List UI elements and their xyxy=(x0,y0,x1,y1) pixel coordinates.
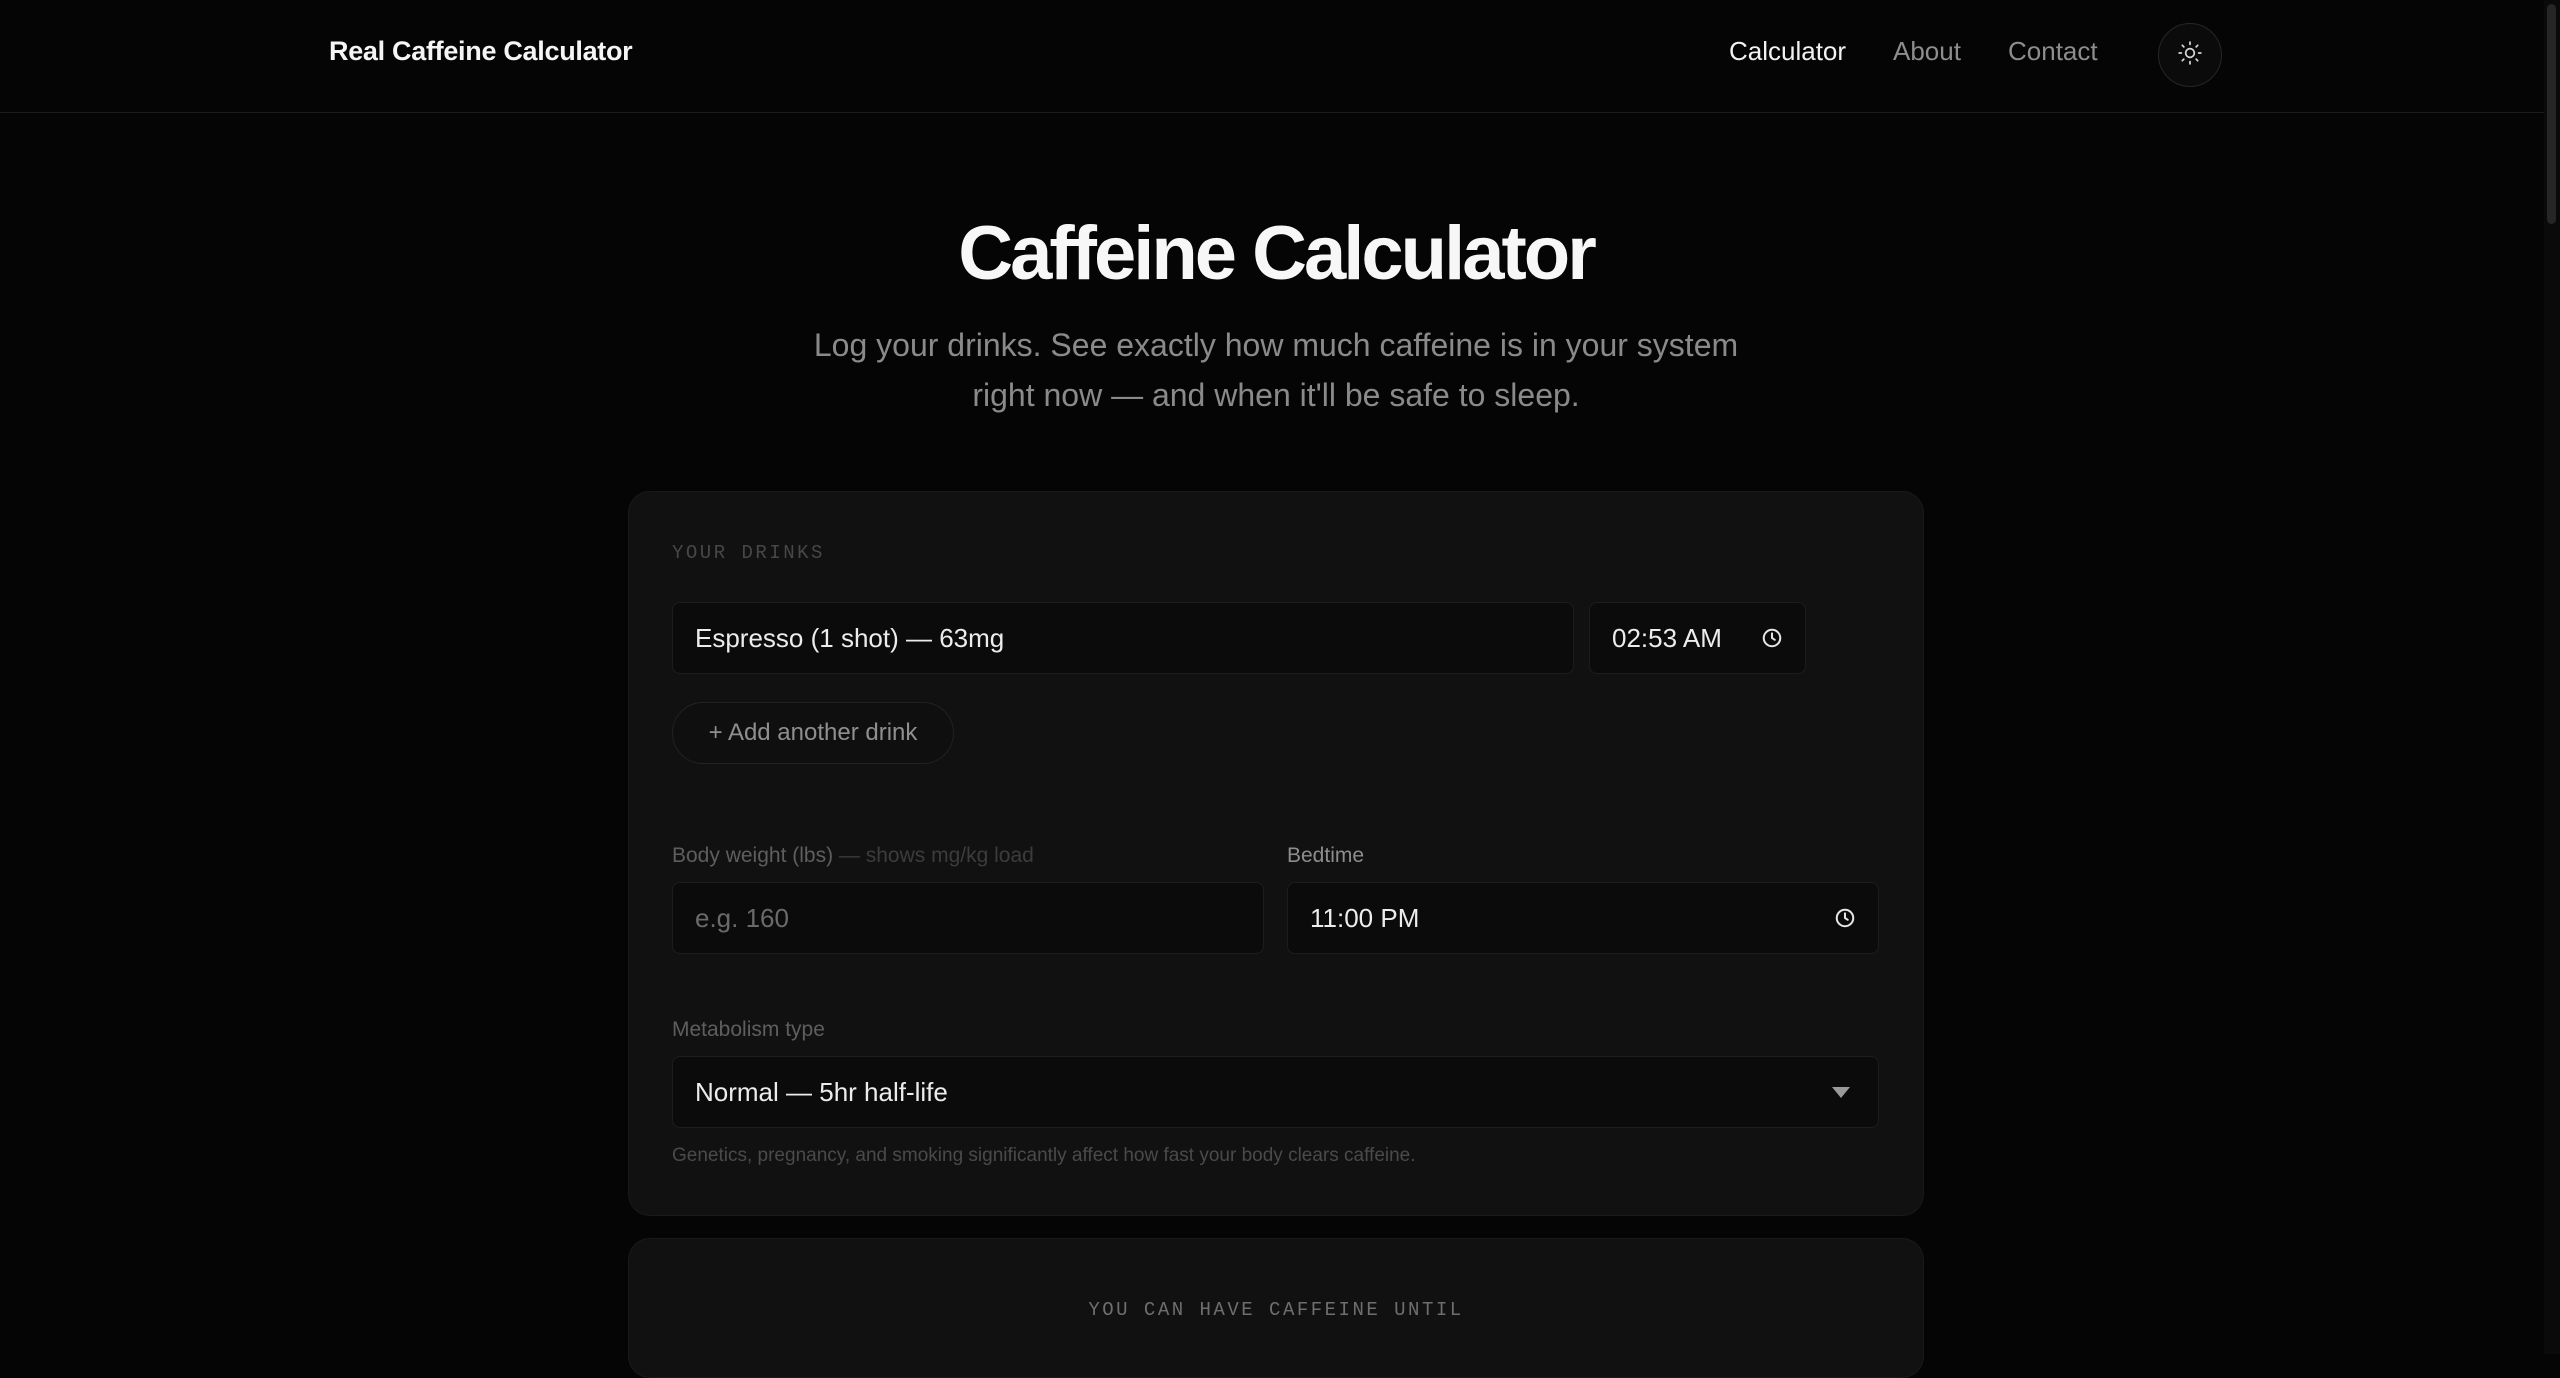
body-weight-input[interactable]: e.g. 160 xyxy=(672,882,1264,954)
site-header: Real Caffeine Calculator Calculator Abou… xyxy=(0,0,2544,113)
sun-icon xyxy=(2177,40,2203,71)
weight-label-hint: — shows mg/kg load xyxy=(833,844,1034,867)
bedtime-label: Bedtime xyxy=(1287,844,1365,867)
nav-about[interactable]: About xyxy=(1893,36,1961,67)
brand-logo[interactable]: Real Caffeine Calculator xyxy=(329,36,633,67)
scrollbar-thumb[interactable] xyxy=(2547,4,2556,224)
drink-time-value: 02:53 AM xyxy=(1612,622,1722,653)
bedtime-value: 11:00 PM xyxy=(1310,902,1420,933)
drinks-section-label: YOUR DRINKS xyxy=(672,542,825,564)
theme-toggle-button[interactable] xyxy=(2158,23,2222,87)
nav-calculator[interactable]: Calculator xyxy=(1729,36,1846,67)
page-scrollbar[interactable] xyxy=(2544,0,2560,1354)
weight-label-text: Body weight (lbs) xyxy=(672,844,834,867)
drink-select-value: Espresso (1 shot) — 63mg xyxy=(695,622,1005,653)
result-card: YOU CAN HAVE CAFFEINE UNTIL xyxy=(628,1238,1924,1378)
add-drink-button[interactable]: + Add another drink xyxy=(672,702,954,764)
clock-icon[interactable] xyxy=(1761,627,1783,649)
metabolism-select[interactable]: Normal — 5hr half-life xyxy=(672,1056,1879,1128)
subtitle-line-2: right now — and when it'll be safe to sl… xyxy=(972,377,1580,413)
calculator-card: YOUR DRINKS Espresso (1 shot) — 63mg 02:… xyxy=(628,491,1924,1216)
page-subtitle: Log your drinks. See exactly how much ca… xyxy=(776,320,1776,420)
subtitle-line-1: Log your drinks. See exactly how much ca… xyxy=(813,327,1739,363)
body-weight-placeholder: e.g. 160 xyxy=(695,902,789,933)
result-label: YOU CAN HAVE CAFFEINE UNTIL xyxy=(1088,1299,1464,1321)
metabolism-value: Normal — 5hr half-life xyxy=(695,1076,948,1107)
metabolism-note: Genetics, pregnancy, and smoking signifi… xyxy=(672,1145,1416,1166)
clock-icon[interactable] xyxy=(1834,907,1856,929)
drink-select[interactable]: Espresso (1 shot) — 63mg xyxy=(672,602,1574,674)
chevron-down-icon xyxy=(1832,1086,1850,1098)
weight-label: Body weight (lbs) — shows mg/kg load xyxy=(672,844,1034,868)
bedtime-input[interactable]: 11:00 PM xyxy=(1287,882,1879,954)
drink-time-input[interactable]: 02:53 AM xyxy=(1589,602,1806,674)
metabolism-label: Metabolism type xyxy=(672,1018,825,1041)
page-title: Caffeine Calculator xyxy=(958,211,1597,296)
nav-contact[interactable]: Contact xyxy=(2008,36,2098,67)
